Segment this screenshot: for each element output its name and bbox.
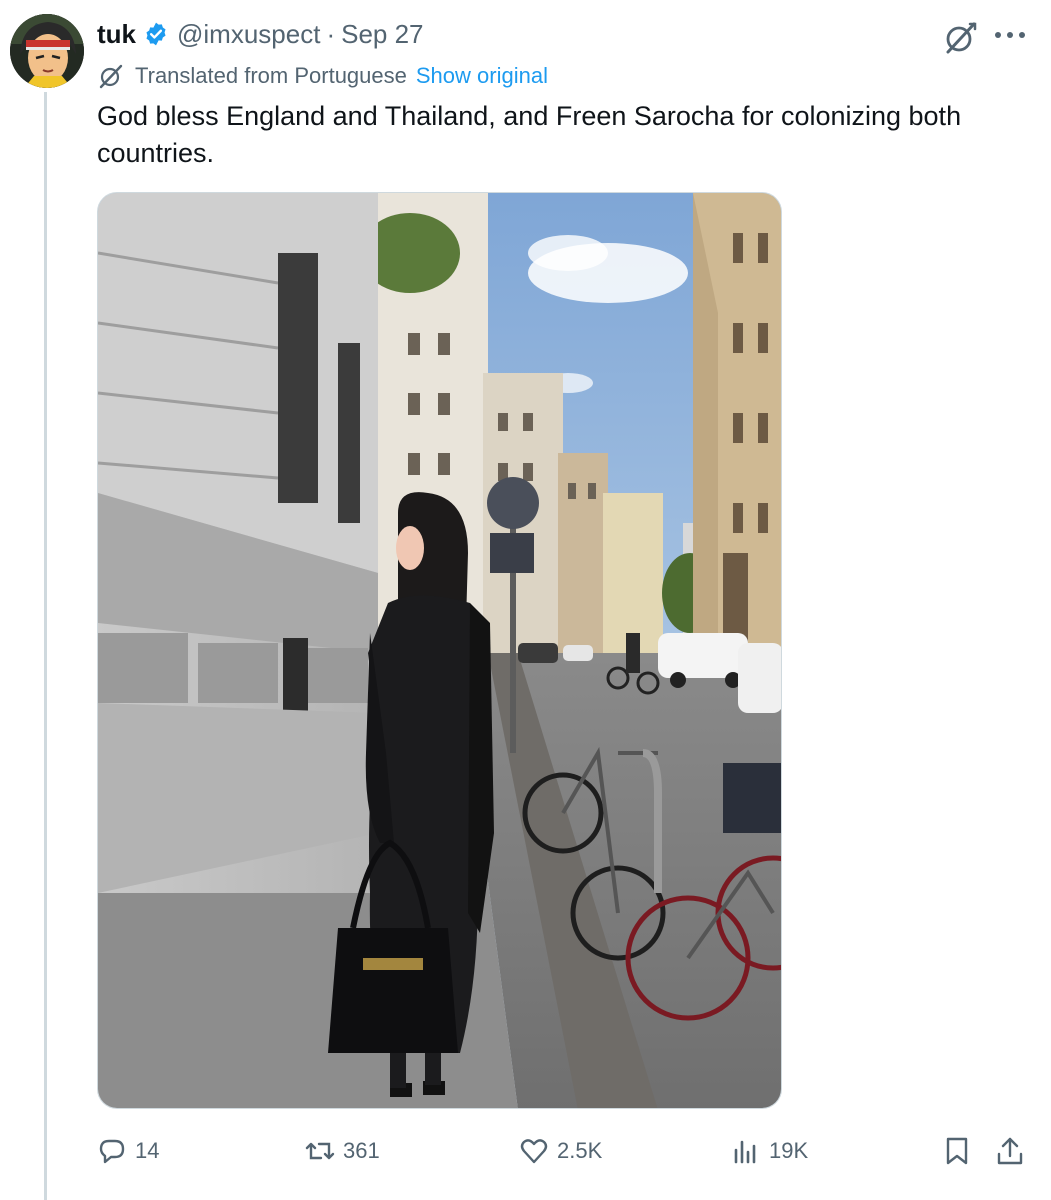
avatar[interactable] [10,14,84,88]
repost-button[interactable]: 361 [305,1128,380,1174]
more-icon[interactable] [990,18,1030,52]
views-icon [734,1140,756,1164]
like-count: 2.5K [557,1138,603,1163]
reply-icon [99,1139,125,1164]
street-photo-illustration [98,193,781,1108]
avatar-illustration [10,14,84,88]
repost-count: 361 [343,1138,380,1163]
tweet-header: tuk @imxuspect · Sep 27 [97,16,424,52]
tweet[interactable]: tuk @imxuspect · Sep 27 Translated from … [0,0,1051,1200]
translation-notice: Translated from Portuguese Show original [97,60,548,92]
show-original-link[interactable]: Show original [416,63,548,89]
heart-icon [520,1139,548,1164]
tweet-date[interactable]: Sep 27 [341,19,423,50]
grok-icon[interactable] [940,18,980,58]
tweet-text: God bless England and Thailand, and Free… [97,101,962,168]
thread-line [44,92,47,1200]
like-button[interactable]: 2.5K [519,1128,602,1174]
views-count: 19K [769,1138,809,1163]
reply-button[interactable]: 14 [97,1128,159,1174]
share-icon [997,1137,1023,1165]
views-button[interactable]: 19K [731,1128,808,1174]
share-button[interactable] [995,1128,1025,1174]
translation-label: Translated from Portuguese [135,63,407,88]
reply-count: 14 [135,1138,160,1163]
tweet-photo[interactable] [97,192,782,1109]
verified-badge-icon [143,21,169,47]
separator-dot: · [326,18,336,49]
tweet-actions: 14 361 2.5K 19K [97,1128,1032,1174]
repost-icon [305,1142,335,1160]
bookmark-icon [946,1137,968,1165]
author-handle[interactable]: @imxuspect [177,19,320,50]
author-name[interactable]: tuk [97,19,136,50]
bookmark-button[interactable] [942,1128,972,1174]
translate-icon [97,62,125,90]
